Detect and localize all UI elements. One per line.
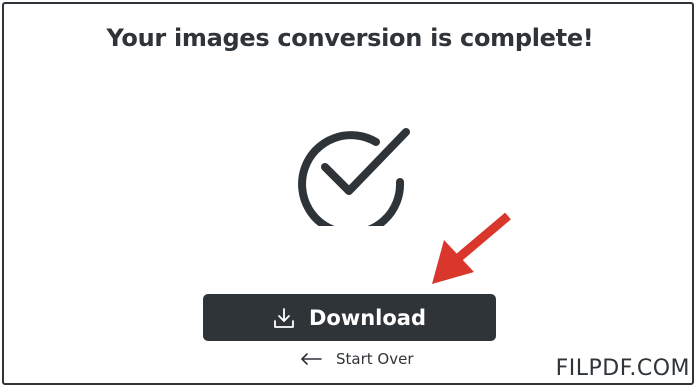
arrow-left-icon: [301, 353, 322, 365]
red-arrow-icon: [432, 212, 511, 284]
start-over-label: Start Over: [336, 350, 414, 368]
start-over-link[interactable]: Start Over: [300, 348, 414, 370]
download-button[interactable]: Download: [203, 294, 496, 341]
watermark-text: FILPDF.COM: [553, 356, 692, 381]
download-button-label: Download: [308, 305, 427, 330]
page-title: Your images conversion is complete!: [106, 24, 594, 52]
check-circle-icon: [298, 128, 410, 226]
download-icon: [274, 307, 294, 328]
